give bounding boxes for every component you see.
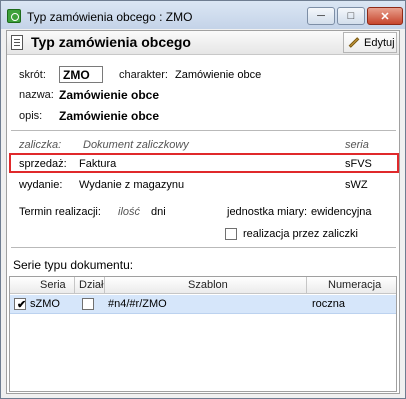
- divider: [11, 130, 396, 131]
- column-divider: [74, 277, 75, 294]
- column-header-dzial[interactable]: Dział: [79, 279, 103, 291]
- edit-button[interactable]: Edytuj: [343, 32, 397, 53]
- series-code: sZMO: [30, 298, 60, 310]
- table-header: Seria Dział Szablon Numeracja: [10, 277, 396, 294]
- column-header-szablon[interactable]: Szablon: [188, 279, 228, 291]
- zaliczki-checkbox[interactable]: [225, 228, 237, 240]
- pencil-icon: [348, 37, 360, 48]
- sprzedaz-series[interactable]: sFVS: [345, 158, 372, 170]
- zaliczka-label: zaliczka:: [19, 139, 62, 151]
- jednostka-value[interactable]: ewidencyjna: [311, 206, 372, 218]
- nazwa-label: nazwa:: [19, 89, 54, 101]
- column-divider: [104, 277, 105, 294]
- document-icon: [11, 35, 23, 50]
- zaliczka-value[interactable]: Dokument zaliczkowy: [83, 139, 189, 151]
- ilosc-field[interactable]: ilość: [118, 206, 140, 218]
- maximize-button[interactable]: □: [337, 7, 365, 25]
- checkmark-icon: ✔: [17, 299, 27, 311]
- termin-label: Termin realizacji:: [19, 206, 101, 218]
- minimize-button[interactable]: ─: [307, 7, 335, 25]
- dialog-window: Typ zamówienia obcego : ZMO ─ □ ✕ Typ za…: [0, 0, 406, 399]
- nazwa-value: Zamówienie obce: [59, 88, 160, 102]
- header-bar: Typ zamówienia obcego Edytuj: [7, 31, 399, 55]
- jednostka-label: jednostka miary:: [227, 206, 308, 218]
- column-header-seria[interactable]: Seria: [40, 279, 66, 291]
- highlight-box: [9, 153, 399, 173]
- opis-label: opis:: [19, 110, 43, 122]
- row-select-checkbox[interactable]: ✔: [14, 298, 27, 311]
- divider: [11, 247, 396, 248]
- series-section-title: Serie typu dokumentu:: [13, 258, 134, 272]
- sprzedaz-value[interactable]: Faktura: [79, 158, 116, 170]
- unit-label: dni: [151, 206, 166, 218]
- dzial-checkbox[interactable]: [82, 298, 94, 310]
- series-table: Seria Dział Szablon Numeracja ✔ sZMO #n4…: [9, 276, 397, 392]
- series-numbering: roczna: [312, 298, 346, 310]
- sprzedaz-label: sprzedaż:: [19, 158, 67, 170]
- window-title: Typ zamówienia obcego : ZMO: [27, 10, 193, 24]
- edit-button-label: Edytuj: [364, 36, 395, 49]
- wydanie-series[interactable]: sWZ: [345, 179, 368, 191]
- table-row[interactable]: ✔ sZMO #n4/#r/ZMO roczna: [10, 295, 396, 314]
- skrot-label: skrót:: [19, 69, 46, 81]
- wydanie-value[interactable]: Wydanie z magazynu: [79, 179, 184, 191]
- charakter-label: charakter:: [119, 69, 168, 81]
- form-content: Typ zamówienia obcego Edytuj skrót: ZMO …: [6, 30, 400, 394]
- opis-value: Zamówienie obce: [59, 109, 160, 123]
- column-header-numeracja[interactable]: Numeracja: [328, 279, 381, 291]
- wydanie-label: wydanie:: [19, 179, 63, 191]
- close-button[interactable]: ✕: [367, 7, 403, 25]
- title-bar[interactable]: Typ zamówienia obcego : ZMO ─ □ ✕: [1, 1, 405, 29]
- page-title: Typ zamówienia obcego: [31, 34, 191, 50]
- zaliczka-series[interactable]: seria: [345, 139, 369, 151]
- series-template: #n4/#r/ZMO: [108, 298, 167, 310]
- charakter-value: Zamówienie obce: [175, 69, 262, 81]
- column-divider: [306, 277, 307, 294]
- zaliczki-label: realizacja przez zaliczki: [243, 228, 358, 240]
- app-icon: [7, 9, 21, 23]
- skrot-field[interactable]: ZMO: [59, 66, 103, 83]
